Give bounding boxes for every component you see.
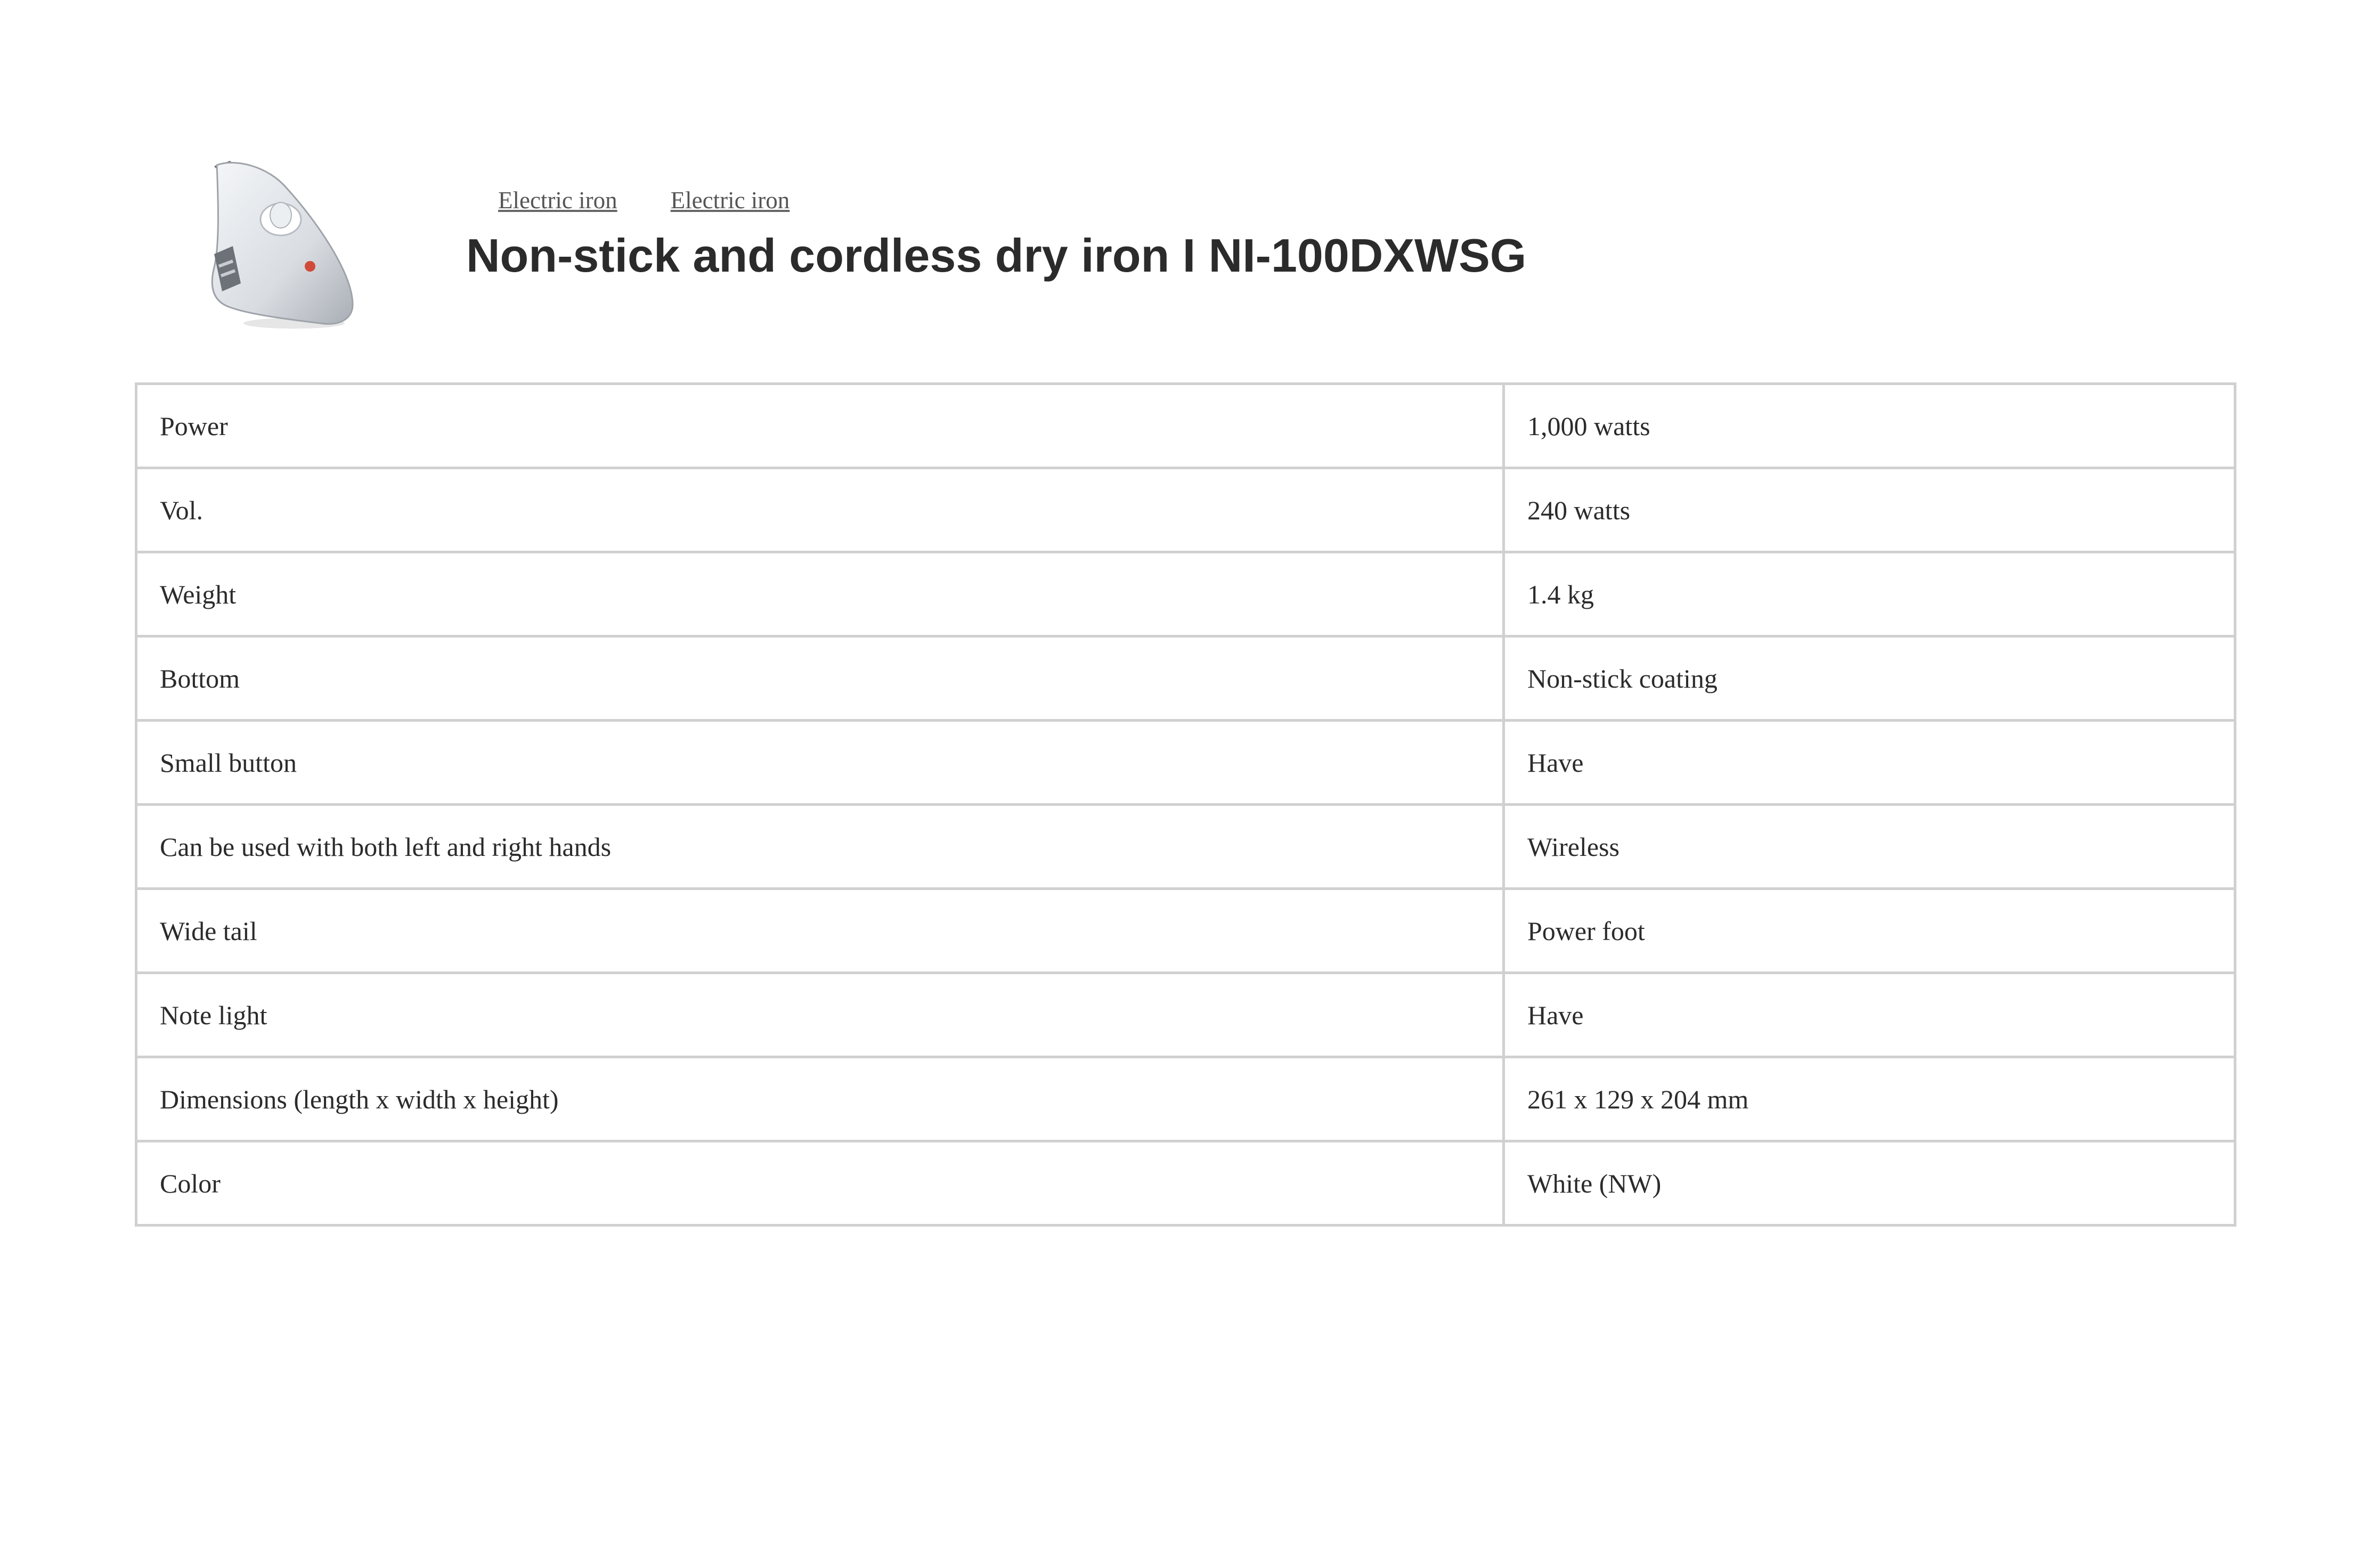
breadcrumb-link[interactable]: Electric iron	[671, 186, 790, 218]
table-row: Wide tail Power foot	[135, 887, 2236, 974]
spec-table: Power 1,000 watts Vol. 240 watts Weight …	[135, 382, 2236, 1227]
table-row: Color White (NW)	[135, 1140, 2236, 1227]
breadcrumb: Electric iron Electric iron	[498, 186, 790, 218]
spec-label: Wide tail	[135, 887, 1505, 974]
table-row: Vol. 240 watts	[135, 467, 2236, 553]
spec-label: Power	[135, 382, 1505, 469]
spec-value: 240 watts	[1502, 467, 2236, 553]
spec-value: Have	[1502, 719, 2236, 806]
spec-label: Color	[135, 1140, 1505, 1227]
spec-value: 261 x 129 x 204 mm	[1502, 1056, 2236, 1142]
spec-value: 1.4 kg	[1502, 551, 2236, 638]
spec-value: 1,000 watts	[1502, 382, 2236, 469]
spec-value: Power foot	[1502, 887, 2236, 974]
spec-value: Non-stick coating	[1502, 635, 2236, 722]
spec-value: White (NW)	[1502, 1140, 2236, 1227]
spec-label: Can be used with both left and right han…	[135, 803, 1505, 890]
spec-label: Bottom	[135, 635, 1505, 722]
table-row: Note light Have	[135, 971, 2236, 1058]
table-row: Power 1,000 watts	[135, 382, 2236, 469]
iron-icon	[211, 161, 354, 329]
table-row: Dimensions (length x width x height) 261…	[135, 1056, 2236, 1142]
spec-label: Note light	[135, 971, 1505, 1058]
breadcrumb-link[interactable]: Electric iron	[498, 186, 617, 218]
spec-value: Have	[1502, 971, 2236, 1058]
table-row: Small button Have	[135, 719, 2236, 806]
table-row: Weight 1.4 kg	[135, 551, 2236, 638]
spec-label: Small button	[135, 719, 1505, 806]
table-row: Bottom Non-stick coating	[135, 635, 2236, 722]
spec-label: Weight	[135, 551, 1505, 638]
product-image	[193, 156, 369, 331]
spec-label: Dimensions (length x width x height)	[135, 1056, 1505, 1142]
page-title: Non-stick and cordless dry iron I NI-100…	[466, 229, 1527, 282]
table-row: Can be used with both left and right han…	[135, 803, 2236, 890]
spec-value: Wireless	[1502, 803, 2236, 890]
spec-label: Vol.	[135, 467, 1505, 553]
